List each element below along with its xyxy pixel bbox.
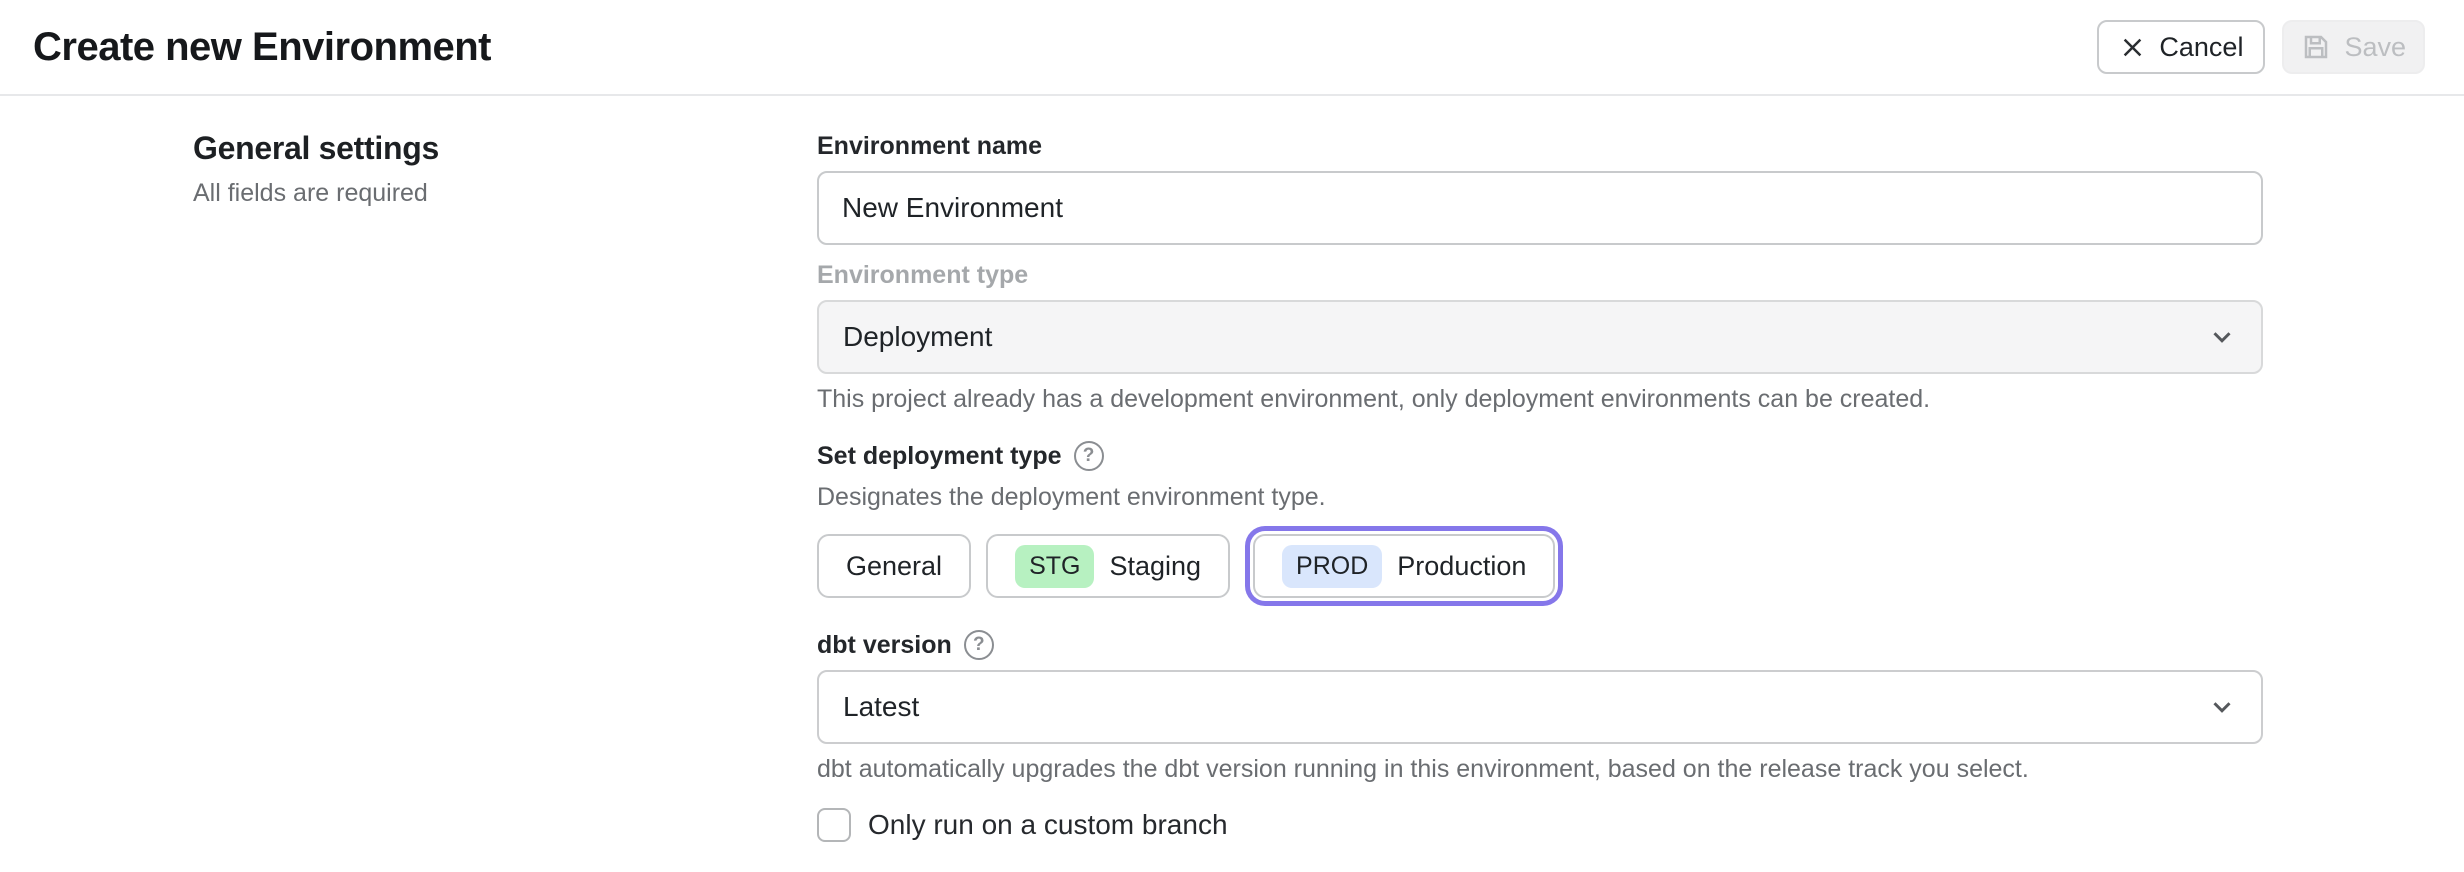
deployment-type-label: Set deployment type bbox=[817, 440, 1062, 472]
custom-branch-label: Only run on a custom branch bbox=[868, 809, 1228, 841]
deployment-type-options: General STG Staging PROD Production bbox=[817, 534, 2263, 598]
deployment-type-general-button[interactable]: General bbox=[817, 534, 971, 598]
floppy-disk-icon bbox=[2301, 32, 2331, 62]
x-icon bbox=[2119, 34, 2146, 61]
custom-branch-checkbox[interactable] bbox=[817, 808, 851, 842]
save-button[interactable]: Save bbox=[2282, 20, 2425, 74]
header-actions: Cancel Save bbox=[2097, 20, 2425, 74]
custom-branch-row: Only run on a custom branch bbox=[817, 808, 2263, 842]
dbt-version-label: dbt version bbox=[817, 629, 952, 661]
page-title: Create new Environment bbox=[33, 25, 491, 70]
environment-type-value: Deployment bbox=[843, 321, 992, 353]
cancel-button-label: Cancel bbox=[2159, 32, 2243, 63]
deployment-type-staging-label: Staging bbox=[1109, 551, 1201, 582]
environment-name-label: Environment name bbox=[817, 130, 2263, 162]
production-badge: PROD bbox=[1282, 545, 1382, 588]
deployment-type-header: Set deployment type ? bbox=[817, 440, 2263, 472]
deployment-type-general-label: General bbox=[846, 551, 942, 582]
dbt-version-helper: dbt automatically upgrades the dbt versi… bbox=[817, 754, 2263, 784]
create-environment-page: Create new Environment Cancel Save Gener… bbox=[0, 0, 2464, 872]
page-header: Create new Environment Cancel Save bbox=[0, 0, 2464, 96]
deployment-type-description: Designates the deployment environment ty… bbox=[817, 483, 2263, 512]
environment-type-label: Environment type bbox=[817, 259, 2263, 291]
environment-name-input[interactable] bbox=[817, 171, 2263, 245]
environment-form: Environment name Environment type Deploy… bbox=[817, 130, 2263, 842]
deployment-type-production-label: Production bbox=[1397, 551, 1526, 582]
dbt-version-value: Latest bbox=[843, 691, 919, 723]
section-subheading: All fields are required bbox=[193, 179, 753, 208]
staging-badge: STG bbox=[1015, 545, 1094, 588]
deployment-type-production-button[interactable]: PROD Production bbox=[1253, 534, 1555, 598]
dbt-version-header: dbt version ? bbox=[817, 629, 2263, 661]
section-heading: General settings bbox=[193, 130, 753, 167]
chevron-down-icon bbox=[2207, 322, 2237, 352]
environment-type-helper: This project already has a development e… bbox=[817, 384, 2263, 414]
chevron-down-icon bbox=[2207, 692, 2237, 722]
save-button-label: Save bbox=[2344, 32, 2406, 63]
question-circle-icon[interactable]: ? bbox=[1074, 441, 1104, 471]
settings-section-intro: General settings All fields are required bbox=[193, 130, 753, 208]
environment-type-select[interactable]: Deployment bbox=[817, 300, 2263, 374]
deployment-type-staging-button[interactable]: STG Staging bbox=[986, 534, 1230, 598]
question-circle-icon[interactable]: ? bbox=[964, 630, 994, 660]
cancel-button[interactable]: Cancel bbox=[2097, 20, 2265, 74]
dbt-version-select[interactable]: Latest bbox=[817, 670, 2263, 744]
